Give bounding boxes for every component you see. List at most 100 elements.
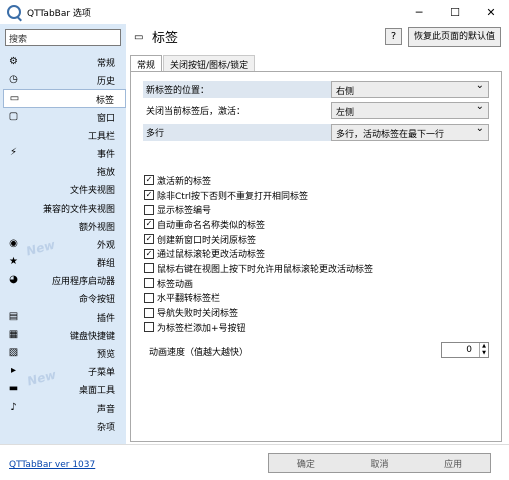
sidebar-item-label: 杂项 [96, 422, 115, 433]
sidebar-item-label: 外观 [96, 240, 115, 251]
nav-icon: ▬ [8, 383, 19, 395]
sidebar-item-label: 桌面工具 [78, 386, 115, 397]
checkbox-label: 为标签栏添加+号按钮 [157, 323, 246, 334]
sidebar: 搜索 ⚙ 常规 ◷ 历史 ▭ 标签 ▢ 窗口 工具栏 ⚡ 事件拖放文件夹视图兼容的文件夹视图 额外视图… [0, 24, 126, 444]
nav-icon [8, 220, 19, 231]
checkbox-label: 除非Ctrl按下否则不重复打开相同标签 [157, 191, 309, 202]
nav-icon [8, 202, 19, 213]
sidebar-item[interactable]: ▧ 预览 [3, 344, 126, 362]
sidebar-item[interactable]: ▢ 窗口 [3, 108, 126, 126]
checkbox-row[interactable]: 标签动画 [144, 276, 373, 291]
tab-strip: 常规 关闭按钮/图标/锁定 [130, 55, 256, 72]
checkbox-row[interactable]: 显示标签编号 [144, 202, 373, 217]
checkbox-row[interactable]: ✓ 激活新的标签 [144, 173, 373, 188]
checkbox-row[interactable]: 导航失败时关闭标签 [144, 305, 373, 320]
checkbox-row[interactable]: 鼠标右键在视图上按下时允许用鼠标滚轮更改活动标签 [144, 261, 373, 276]
sidebar-item[interactable]: 文件夹视图 [3, 180, 126, 198]
minimize-button[interactable]: ─ [401, 0, 437, 24]
nav-icon: ▧ [8, 347, 19, 358]
close-button[interactable]: ✕ [473, 0, 509, 24]
checkbox-label: 通过鼠标滚轮更改活动标签 [157, 250, 266, 261]
setting-row: 多行 多行，活动标签在最下一行 [143, 123, 489, 141]
checkbox-row[interactable]: 水平翻转标签栏 [144, 291, 373, 306]
sidebar-item[interactable]: ◕ 应用程序启动器 [3, 271, 126, 289]
sidebar-item-label: 应用程序启动器 [51, 277, 115, 288]
sidebar-item-label: 拖放 [96, 168, 115, 179]
apply-button[interactable]: 应用 [444, 457, 462, 470]
nav-icon: ♪ [10, 401, 17, 413]
sidebar-item[interactable]: ▬ 桌面工具 [3, 380, 126, 398]
animation-speed-stepper[interactable]: 0 ▲ ▼ [441, 342, 489, 358]
setting-label: 关闭当前标签后，激活： [146, 107, 246, 117]
setting-label: 新标签的位置： [146, 86, 210, 96]
sidebar-item[interactable]: ★ 群组 [3, 253, 126, 271]
nav-icon: ★ [9, 256, 18, 268]
sidebar-item[interactable]: ◷ 历史 [3, 71, 126, 89]
maximize-button[interactable]: ☐ [437, 0, 473, 24]
activate-after-close-select[interactable]: 左侧 [331, 101, 489, 119]
sidebar-item[interactable]: ▤ 插件 [3, 308, 126, 326]
checkbox-label: 自动重命名名称类似的标签 [157, 220, 266, 231]
spin-buttons[interactable]: ▲ ▼ [479, 343, 488, 357]
sidebar-item[interactable]: 工具栏 [3, 126, 126, 144]
checkbox[interactable] [144, 307, 154, 318]
sidebar-item[interactable]: 额外视图 [3, 217, 126, 235]
spin-up-icon[interactable]: ▲ [480, 343, 488, 350]
sidebar-item[interactable]: ▭ 标签 [3, 89, 126, 108]
checkbox-row[interactable]: ✓ 创建新窗口时关闭原标签 [144, 232, 373, 247]
sidebar-item-label: 文件夹视图 [69, 186, 115, 197]
checkbox[interactable] [144, 204, 154, 215]
sidebar-item[interactable]: ⚡ 事件 [3, 144, 126, 162]
checkbox-row[interactable]: ✓ 通过鼠标滚轮更改活动标签 [144, 246, 373, 261]
checkbox[interactable]: ✓ [144, 219, 154, 230]
spin-down-icon[interactable]: ▼ [480, 350, 488, 357]
sidebar-item[interactable]: 拖放 [3, 162, 126, 180]
checkbox[interactable] [144, 322, 154, 333]
sidebar-item[interactable]: ◉ 外观 [3, 235, 126, 253]
sidebar-item-label: 命令按钮 [78, 295, 115, 306]
sidebar-item-label: 窗口 [96, 113, 115, 124]
window-title: QTTabBar 选项 [27, 8, 91, 19]
search-input[interactable]: 搜索 [5, 29, 121, 46]
multirow-select[interactable]: 多行，活动标签在最下一行 [331, 123, 489, 141]
sidebar-item[interactable]: 兼容的文件夹视图 [3, 199, 126, 217]
nav-icon: ▸ [10, 365, 17, 377]
sidebar-item[interactable]: ♪ 声音 [3, 399, 126, 417]
checkbox[interactable]: ✓ [144, 234, 154, 245]
sidebar-item[interactable]: 命令按钮 [3, 289, 126, 307]
nav-icon: ◷ [9, 74, 18, 86]
checkbox-label: 鼠标右键在视图上按下时允许用鼠标滚轮更改活动标签 [157, 264, 374, 275]
tab-general[interactable]: 常规 [130, 55, 163, 72]
checkbox[interactable] [144, 263, 154, 274]
checkbox[interactable] [144, 278, 154, 289]
sidebar-item[interactable]: 杂项 [3, 417, 126, 435]
sidebar-item-label: 键盘快捷键 [69, 331, 115, 342]
checkbox-row[interactable]: ✓ 自动重命名名称类似的标签 [144, 217, 373, 232]
version-link[interactable]: QTTabBar ver 1037 [9, 460, 95, 470]
settings-panel: 新标签的位置： 右侧 关闭当前标签后，激活： 左侧 多行 多行，活动标签在最下一… [130, 71, 502, 442]
sidebar-nav: ⚙ 常规 ◷ 历史 ▭ 标签 ▢ 窗口 工具栏 ⚡ 事件拖放文件夹视图兼容的文件夹视图 额外视图 ◉ 外观… [3, 53, 126, 435]
new-tab-position-select[interactable]: 右侧 [331, 80, 489, 98]
nav-icon: ◉ [9, 237, 18, 249]
sidebar-item-label: 声音 [96, 404, 115, 415]
checkbox-row[interactable]: 为标签栏添加+号按钮 [144, 320, 373, 335]
ok-button[interactable]: 确定 [297, 457, 315, 470]
tab-close-button-icon-lock[interactable]: 关闭按钮/图标/锁定 [163, 55, 256, 71]
checkbox[interactable] [144, 292, 154, 303]
sidebar-item[interactable]: ⚙ 常规 [3, 53, 126, 71]
sidebar-item[interactable]: ▦ 键盘快捷键 [3, 326, 126, 344]
checkbox-label: 导航失败时关闭标签 [157, 309, 239, 320]
sidebar-item[interactable]: ▸ 子菜单 [3, 362, 126, 380]
nav-icon: ⚙ [9, 56, 18, 67]
restore-defaults-button[interactable]: 恢复此页面的默认值 [408, 27, 501, 47]
page-title: 标签 [152, 31, 179, 46]
cancel-button[interactable]: 取消 [370, 457, 388, 470]
nav-icon [8, 420, 19, 431]
help-button[interactable]: ? [385, 28, 402, 45]
checkbox-row[interactable]: ✓ 除非Ctrl按下否则不重复打开相同标签 [144, 188, 373, 203]
checkbox[interactable]: ✓ [144, 190, 154, 201]
sidebar-item-label: 插件 [96, 313, 115, 324]
checkbox[interactable]: ✓ [144, 248, 154, 259]
main-panel: ▭ 标签 ? 恢复此页面的默认值 常规 关闭按钮/图标/锁定 新标签的位置： 右… [126, 24, 509, 444]
checkbox[interactable]: ✓ [144, 175, 154, 186]
